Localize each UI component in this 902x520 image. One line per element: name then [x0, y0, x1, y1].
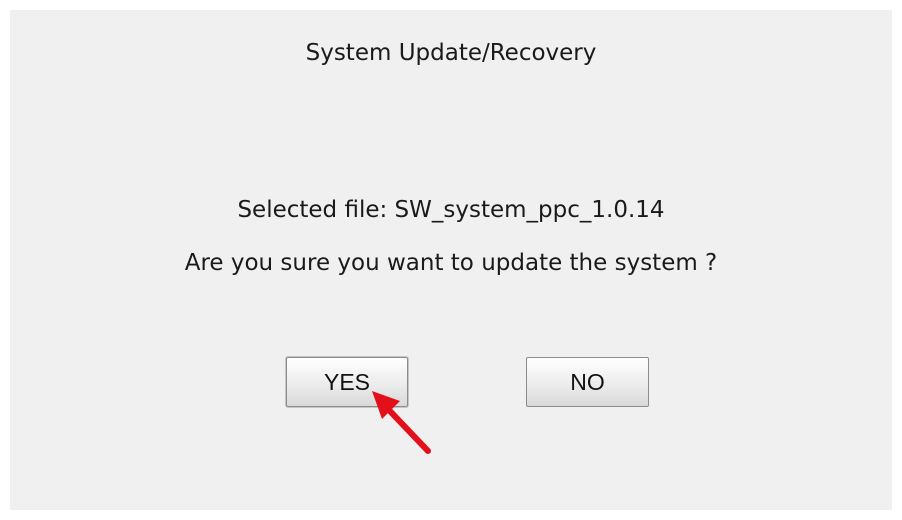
dialog-title: System Update/Recovery — [305, 40, 597, 66]
no-button[interactable]: NO — [526, 357, 649, 407]
arrow-shaft — [385, 406, 431, 454]
update-dialog: System Update/Recovery Selected file: SW… — [10, 10, 892, 510]
confirm-question: Are you sure you want to update the syst… — [184, 250, 718, 276]
red-arrow-icon — [372, 391, 431, 454]
selected-file-label: Selected file: SW_system_ppc_1.0.14 — [237, 197, 665, 223]
